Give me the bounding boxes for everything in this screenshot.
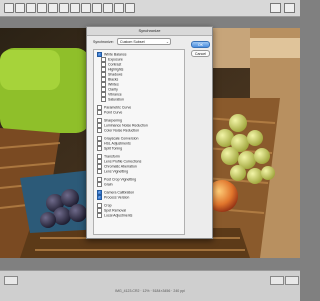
checklist-item[interactable]: ✓ Process Version	[97, 194, 130, 200]
white-balance-tool-icon[interactable]	[26, 3, 36, 13]
checkbox-unchecked[interactable]	[97, 109, 102, 115]
checklist-item-label: Grayscale Conversion	[104, 136, 139, 141]
checklist-item-label: Clarity	[108, 87, 118, 92]
graduated-filter-tool-icon[interactable]	[114, 3, 124, 13]
ok-button[interactable]: OK	[191, 41, 210, 48]
checklist-item-label: Lens Profile Corrections	[104, 159, 142, 164]
checklist-item[interactable]: Color Noise Reduction	[97, 127, 140, 133]
rotate-icon[interactable]	[270, 3, 281, 13]
checklist-item-label: Color Noise Reduction	[104, 128, 140, 133]
checklist-item-label: Camera Calibration	[104, 190, 135, 195]
checkbox-unchecked[interactable]	[97, 212, 102, 218]
spot-removal-tool-icon[interactable]	[81, 3, 91, 13]
checklist-item-label: Parametric Curve	[104, 105, 132, 110]
open-image-button[interactable]	[285, 276, 299, 285]
checklist-item-label: Local Adjustments	[104, 213, 133, 218]
chevron-down-icon: ⌄	[165, 40, 169, 44]
checklist-item-label: Grain	[104, 182, 113, 187]
preferences-icon[interactable]	[125, 3, 135, 13]
checklist-item[interactable]: Point Curve	[97, 109, 123, 115]
checklist-item-label: HSL Adjustments	[104, 141, 131, 146]
checklist-item[interactable]: Local Adjustments	[97, 212, 133, 218]
red-eye-tool-icon[interactable]	[92, 3, 102, 13]
checklist-item-label: Shadows	[108, 72, 123, 77]
synchronize-select-value: Custom Subset	[120, 40, 145, 44]
checklist-item[interactable]: Lens Vignetting	[97, 168, 129, 174]
crop-tool-icon[interactable]	[59, 3, 69, 13]
cancel-button[interactable]: Cancel	[191, 50, 210, 57]
checklist-item[interactable]: Split Toning	[97, 145, 123, 151]
checklist-item-label: White Balance	[104, 52, 127, 57]
checklist-item-label: Exposure	[108, 57, 123, 62]
checkbox-unchecked[interactable]	[97, 127, 102, 133]
checkbox-unchecked[interactable]	[97, 181, 102, 187]
fullscreen-icon[interactable]	[284, 3, 295, 13]
checklist-item-label: Highlights	[108, 67, 124, 72]
synchronize-label: Synchronize:	[93, 40, 114, 44]
color-sampler-tool-icon[interactable]	[37, 3, 47, 13]
checklist-item-label: Spot Removal	[104, 208, 126, 213]
checklist-item-label: Chromatic Aberration	[104, 164, 137, 169]
checklist-item[interactable]: Saturation	[101, 96, 124, 102]
toolbar	[0, 0, 300, 17]
checkbox-unchecked[interactable]	[101, 96, 106, 102]
checklist-item-label: Process Version	[104, 195, 130, 200]
straighten-tool-icon[interactable]	[70, 3, 80, 13]
checklist-item[interactable]: Grain	[97, 181, 113, 187]
settings-checklist: ✓ White Balance Exposure Contrast Highlights…	[93, 49, 185, 235]
dialog-title: Synchronize	[87, 27, 212, 36]
checkbox-checked[interactable]: ✓	[97, 194, 102, 200]
adjustment-brush-tool-icon[interactable]	[103, 3, 113, 13]
status-bar: IMG_4123.CR2 · 12% · 5184×3456 · 240 ppi	[0, 270, 300, 301]
checklist-item-label: Post Crop Vignetting	[104, 177, 137, 182]
checklist-item-label: Contrast	[108, 62, 122, 67]
checklist-item-label: Vibrance	[108, 92, 122, 97]
checkbox-unchecked[interactable]	[97, 168, 102, 174]
checklist-item-label: Point Curve	[104, 110, 123, 115]
hand-tool-icon[interactable]	[15, 3, 25, 13]
checklist-item-label: Sharpening	[104, 118, 122, 123]
checklist-item-label: Blacks	[108, 77, 119, 82]
checklist-item-label: Saturation	[108, 97, 124, 102]
zoom-tool-icon[interactable]	[4, 3, 14, 13]
checklist-item-label: Luminance Noise Reduction	[104, 123, 148, 128]
checkbox-unchecked[interactable]	[97, 145, 102, 151]
targeted-adjustment-tool-icon[interactable]	[48, 3, 58, 13]
synchronize-select[interactable]: Custom Subset ⌄	[117, 38, 171, 45]
select-all-button[interactable]	[4, 276, 18, 285]
checklist-item-label: Whites	[108, 82, 119, 87]
workflow-options-link[interactable]: IMG_4123.CR2 · 12% · 5184×3456 · 240 ppi	[0, 289, 300, 293]
synchronize-dialog: Synchronize Synchronize: Custom Subset ⌄…	[86, 26, 213, 239]
checklist-item-label: Crop	[104, 203, 112, 208]
checklist-item-label: Lens Vignetting	[104, 169, 129, 174]
checklist-item-label: Split Toning	[104, 146, 123, 151]
save-image-button[interactable]	[270, 276, 284, 285]
checklist-item-label: Transform	[104, 154, 120, 159]
